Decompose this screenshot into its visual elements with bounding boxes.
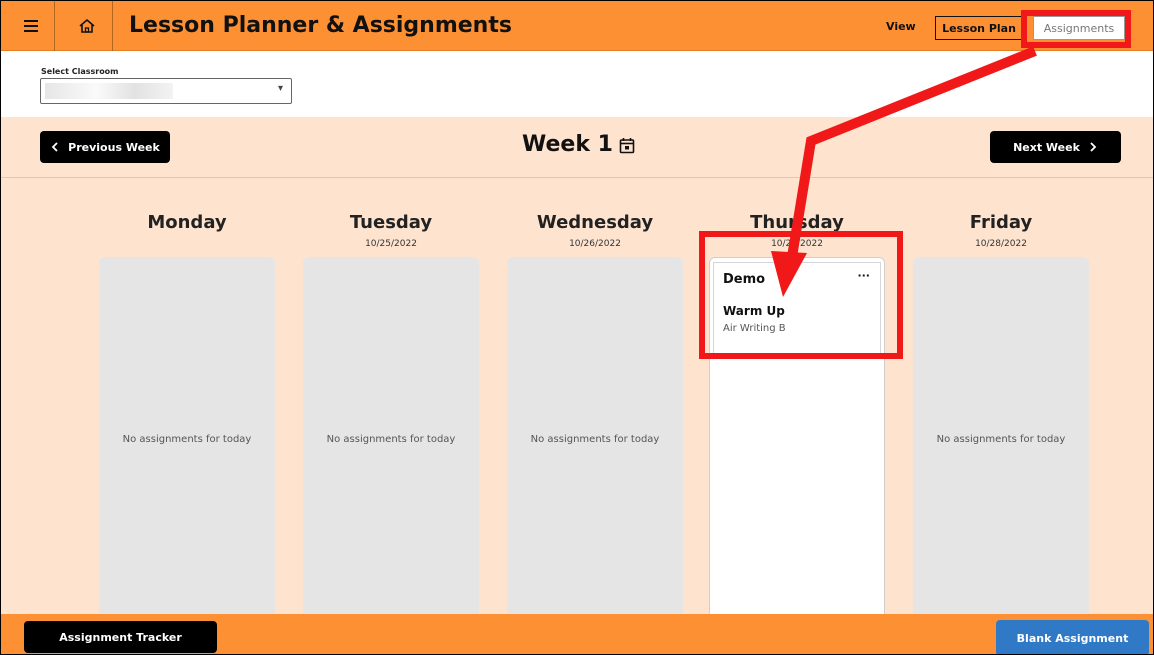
view-label: View <box>886 20 916 33</box>
assignment-tracker-button[interactable]: Assignment Tracker <box>24 621 217 653</box>
page-title: Lesson Planner & Assignments <box>129 13 512 38</box>
day-header-tuesday: Tuesday 10/25/2022 <box>303 178 479 249</box>
day-header-friday: Friday 10/28/2022 <box>913 178 1089 249</box>
day-name: Tuesday <box>349 212 433 233</box>
app-window: Lesson Planner & Assignments View Lesson… <box>0 0 1154 655</box>
chevron-right-icon <box>1090 142 1097 152</box>
bottom-bar: Assignment Tracker Blank Assignment <box>1 614 1153 654</box>
chevron-left-icon <box>51 142 58 152</box>
select-classroom-label: Select Classroom <box>41 67 119 76</box>
classroom-value-redacted <box>45 83 173 99</box>
home-icon <box>78 18 95 33</box>
day-name: Wednesday <box>536 212 654 233</box>
week-grid: Monday No assignments for today Tuesday … <box>1 178 1153 617</box>
hamburger-menu-icon <box>23 20 38 32</box>
day-column-wednesday[interactable]: No assignments for today <box>507 257 683 617</box>
dropdown-caret-icon: ▾ <box>277 83 283 94</box>
more-options-icon[interactable]: ··· <box>857 269 870 282</box>
classroom-select[interactable]: ▾ <box>40 78 292 104</box>
week-title: Week 1 <box>522 132 613 157</box>
empty-state-text: No assignments for today <box>122 434 252 445</box>
day-column-friday[interactable]: No assignments for today <box>913 257 1089 617</box>
day-column-thursday[interactable]: Demo ··· Warm Up Air Writing B <box>709 257 885 617</box>
assignment-card-title: Demo <box>723 272 766 287</box>
day-name: Friday <box>969 212 1033 233</box>
day-header-wednesday: Wednesday 10/26/2022 <box>507 178 683 249</box>
day-name: Monday <box>147 212 227 233</box>
home-button[interactable] <box>61 1 113 51</box>
classroom-bar: Select Classroom ▾ <box>1 51 1153 117</box>
day-column-tuesday[interactable]: No assignments for today <box>303 257 479 617</box>
previous-week-button[interactable]: Previous Week <box>40 131 170 163</box>
assignment-card[interactable]: Demo ··· Warm Up Air Writing B <box>713 262 881 354</box>
day-date: 10/25/2022 <box>365 239 417 249</box>
day-date: 10/26/2022 <box>569 239 621 249</box>
empty-state-text: No assignments for today <box>530 434 660 445</box>
calendar-icon[interactable] <box>619 137 635 154</box>
view-toggle-assignments[interactable]: Assignments <box>1033 16 1125 40</box>
assignment-activity: Warm Up <box>723 304 785 318</box>
week-navigation: Previous Week Week 1 Next Week <box>1 117 1153 178</box>
next-week-button[interactable]: Next Week <box>990 131 1121 163</box>
blank-assignment-button[interactable]: Blank Assignment <box>996 620 1149 654</box>
day-date: 10/27/2022 <box>771 239 823 249</box>
top-bar: Lesson Planner & Assignments View Lesson… <box>1 1 1153 51</box>
previous-week-label: Previous Week <box>68 140 160 154</box>
menu-button[interactable] <box>7 1 55 51</box>
day-column-monday[interactable]: No assignments for today <box>99 257 275 617</box>
day-header-thursday: Thursday 10/27/2022 <box>709 178 885 249</box>
day-date: 10/28/2022 <box>975 239 1027 249</box>
day-name: Thursday <box>750 212 844 233</box>
assignment-detail: Air Writing B <box>723 323 786 334</box>
view-toggle-lesson-plan[interactable]: Lesson Plan <box>935 16 1023 40</box>
empty-state-text: No assignments for today <box>326 434 456 445</box>
next-week-label: Next Week <box>1013 140 1080 154</box>
empty-state-text: No assignments for today <box>936 434 1066 445</box>
day-header-monday: Monday <box>99 178 275 239</box>
